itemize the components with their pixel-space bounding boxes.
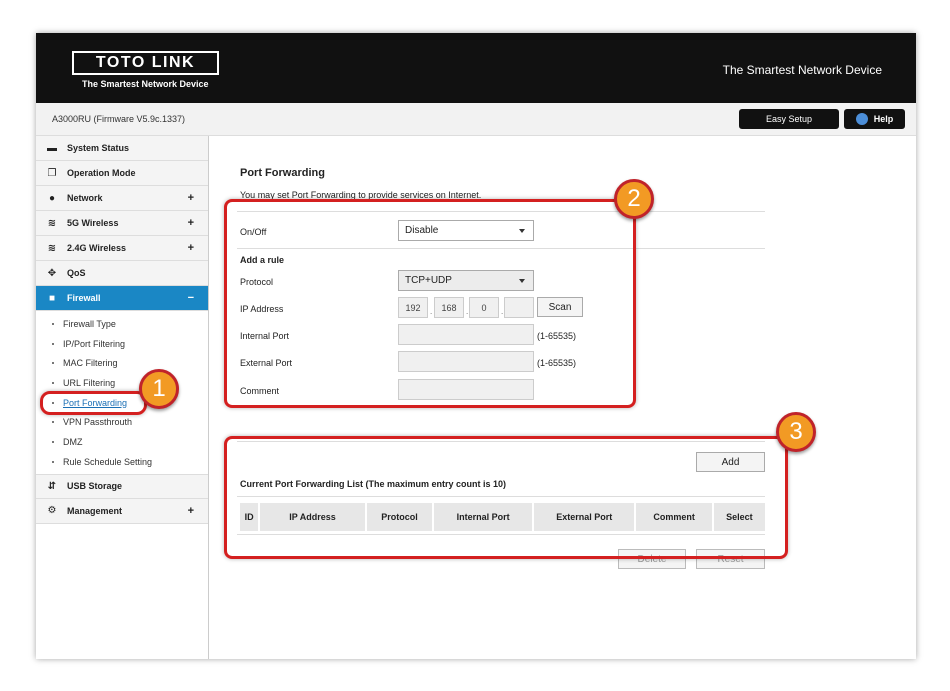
annotation-highlight-3 [224,436,788,559]
logo-subtitle: The Smartest Network Device [82,79,209,89]
submenu-firewall-type[interactable]: Firewall Type [36,314,208,334]
submenu-rule-schedule[interactable]: Rule Schedule Setting [36,452,208,472]
sidebar-item-label: System Status [67,143,130,153]
help-label: Help [873,114,894,124]
sidebar-item-label: Management [67,505,123,516]
sidebar-item-label: 5G Wireless [67,218,119,228]
expand-icon: + [187,504,194,517]
expand-icon: + [187,242,194,254]
help-icon [855,113,868,125]
collapse-icon: − [187,292,194,304]
sidebar-item-system-status[interactable]: ▬ System Status [36,136,208,161]
logo-text: TOTO LINK [95,54,196,71]
sidebar-item-label: QoS [67,268,86,278]
wifi-icon: ≋ [47,242,57,254]
header-tagline: The Smartest Network Device [722,63,882,77]
header-bar: TOTO LINK The Smartest Network Device Th… [36,33,916,103]
sidebar-item-management[interactable]: ⚙ Management + [36,498,208,524]
sidebar-item-label: Network [67,193,103,203]
easy-setup-button[interactable]: Easy Setup [739,109,839,129]
wifi-icon: ≋ [47,217,57,229]
sidebar-item-5g-wireless[interactable]: ≋ 5G Wireless + [36,211,208,236]
submenu-url-filtering[interactable]: URL Filtering [36,373,208,393]
submenu-vpn-passthrough[interactable]: VPN Passthrouth [36,412,208,432]
sidebar-item-label: Firewall [67,293,101,303]
totolink-logo: TOTO LINK [72,51,219,75]
monitor-icon: ❐ [47,167,57,179]
annotation-highlight-2 [224,199,636,408]
lock-icon: ■ [48,292,56,304]
sidebar-item-label: USB Storage [67,481,123,491]
diamond-icon: ✥ [47,267,57,279]
globe-icon: ● [48,192,56,204]
help-button[interactable]: Help [844,109,905,129]
sidebar-item-2-4g-wireless[interactable]: ≋ 2.4G Wireless + [36,236,208,261]
page-title: Port Forwarding [240,167,325,179]
expand-icon: + [187,192,194,204]
gear-icon: ⚙ [47,505,57,516]
annotation-highlight-1 [40,391,147,415]
sidebar-item-label: Operation Mode [67,168,136,178]
firmware-version: A3000RU (Firmware V5.9c.1337) [52,114,186,124]
submenu-dmz[interactable]: DMZ [36,432,208,452]
submenu-ip-port-filtering[interactable]: IP/Port Filtering [36,334,208,354]
sidebar-item-firewall[interactable]: ■ Firewall − [36,286,208,311]
sidebar-item-qos[interactable]: ✥ QoS [36,261,208,286]
annotation-marker-1: 1 [139,369,179,409]
sidebar-item-operation-mode[interactable]: ❐ Operation Mode [36,161,208,186]
usb-icon: ⇵ [47,480,57,492]
chat-icon: ▬ [47,142,57,154]
annotation-marker-3: 3 [776,412,816,452]
expand-icon: + [187,217,194,229]
sidebar-item-usb-storage[interactable]: ⇵ USB Storage [36,473,208,499]
submenu-mac-filtering[interactable]: MAC Filtering [36,353,208,373]
sidebar-item-label: 2.4G Wireless [67,243,126,253]
sub-header-bar: A3000RU (Firmware V5.9c.1337) Easy Setup… [36,103,916,136]
annotation-marker-2: 2 [614,179,654,219]
sidebar-item-network[interactable]: ● Network + [36,186,208,211]
